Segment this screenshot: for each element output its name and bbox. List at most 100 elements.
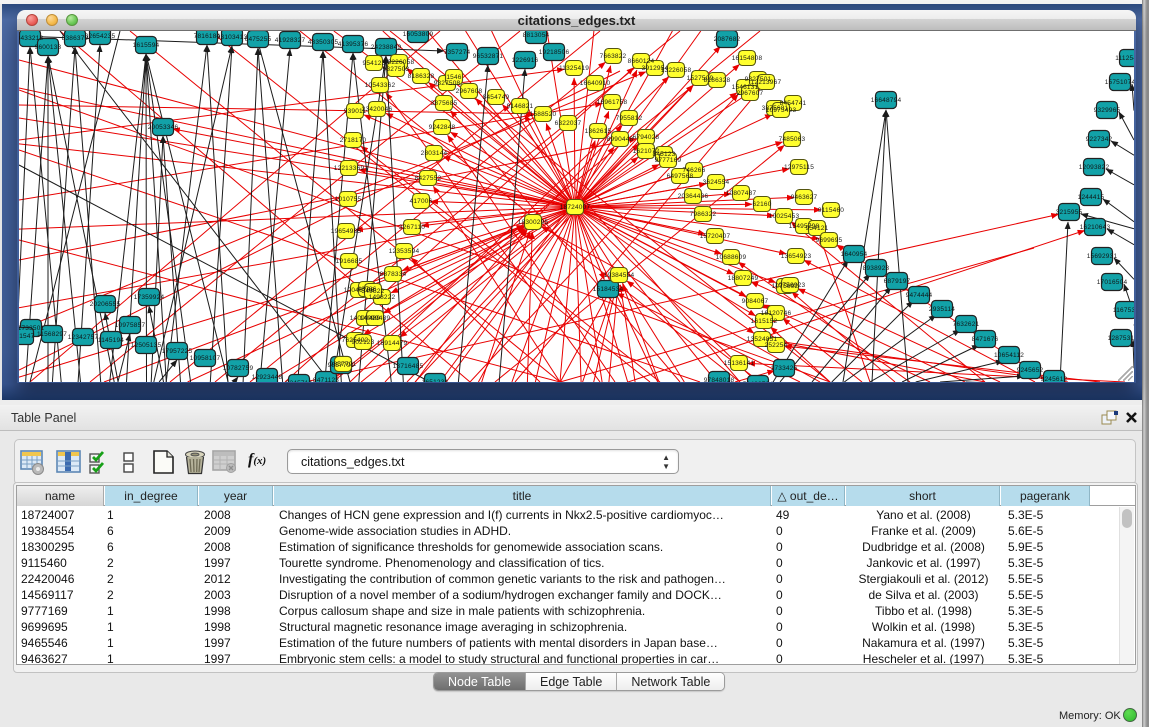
svg-text:10543362: 10543362 <box>365 82 396 89</box>
svg-text:9242848: 9242848 <box>429 124 456 131</box>
svg-text:20053346: 20053346 <box>148 124 179 131</box>
svg-text:16053809: 16053809 <box>403 31 434 38</box>
svg-text:18724007: 18724007 <box>560 204 591 211</box>
svg-text:02654235: 02654235 <box>85 33 116 40</box>
svg-text:1498222: 1498222 <box>369 294 396 301</box>
svg-text:16961758: 16961758 <box>597 99 628 106</box>
svg-text:7357274: 7357274 <box>444 49 471 56</box>
svg-text:1226916: 1226916 <box>512 57 539 64</box>
svg-text:18300295: 18300295 <box>518 219 549 226</box>
svg-text:7485063: 7485063 <box>779 136 806 143</box>
svg-text:9245652: 9245652 <box>1017 367 1044 374</box>
svg-text:9115460: 9115460 <box>818 207 844 214</box>
svg-text:3267110: 3267110 <box>399 224 425 231</box>
svg-text:16648794: 16648794 <box>871 97 902 104</box>
svg-text:1362615: 1362615 <box>585 128 612 135</box>
svg-text:10973493: 10973493 <box>766 107 797 114</box>
svg-text:6322037: 6322037 <box>555 120 582 127</box>
svg-text:9600133: 9600133 <box>35 44 62 51</box>
svg-text:12342757: 12342757 <box>68 334 99 341</box>
svg-text:1167531: 1167531 <box>1113 307 1134 314</box>
svg-text:8427552: 8427552 <box>415 175 442 182</box>
svg-text:41395376: 41395376 <box>338 41 369 48</box>
svg-text:2967607: 2967607 <box>737 90 764 97</box>
svg-text:7632621: 7632621 <box>953 321 980 328</box>
svg-text:2718170: 2718170 <box>340 137 367 144</box>
svg-text:18807249: 18807249 <box>728 275 759 282</box>
svg-text:15720407: 15720407 <box>700 233 731 240</box>
svg-text:13716485: 13716485 <box>393 363 424 370</box>
svg-text:1244415: 1244415 <box>1078 194 1105 201</box>
svg-text:19218506: 19218506 <box>539 49 570 56</box>
svg-text:1651234: 1651234 <box>422 379 449 382</box>
svg-text:8813054: 8813054 <box>523 32 550 39</box>
svg-text:2087682: 2087682 <box>714 36 741 43</box>
svg-text:15751074: 15751074 <box>1105 79 1134 86</box>
svg-text:1010755: 1010755 <box>335 196 362 203</box>
svg-text:3624554: 3624554 <box>703 179 730 186</box>
svg-text:1733426: 1733426 <box>771 365 798 372</box>
svg-text:1546: 1546 <box>446 74 461 81</box>
svg-text:8878334: 8878334 <box>380 271 407 278</box>
svg-text:19756923: 19756923 <box>775 282 806 289</box>
svg-text:12213369: 12213369 <box>334 165 365 172</box>
svg-text:6879197: 6879197 <box>884 278 911 285</box>
svg-text:12923448: 12923448 <box>252 374 283 381</box>
svg-text:9463627: 9463627 <box>791 194 818 201</box>
svg-text:9699695: 9699695 <box>816 237 843 244</box>
svg-text:8660124: 8660124 <box>628 58 655 65</box>
svg-text:24238849: 24238849 <box>371 44 402 51</box>
svg-text:0433218: 0433218 <box>19 35 44 42</box>
svg-text:10782759: 10782759 <box>223 365 254 372</box>
svg-text:10654112: 10654112 <box>994 352 1024 359</box>
svg-text:391547: 391547 <box>19 333 35 340</box>
svg-text:939011: 939011 <box>344 108 367 115</box>
svg-text:9245612: 9245612 <box>1041 376 1068 382</box>
svg-text:8938923: 8938923 <box>863 265 890 272</box>
svg-text:16154808: 16154808 <box>732 55 763 62</box>
svg-text:9474444: 9474444 <box>906 292 933 299</box>
svg-text:3875685: 3875685 <box>431 100 458 107</box>
svg-text:8186328: 8186328 <box>704 77 731 84</box>
svg-text:902123: 902123 <box>352 339 375 346</box>
svg-text:20206555: 20206555 <box>90 301 121 308</box>
svg-text:954121: 954121 <box>806 225 829 232</box>
svg-text:7955812: 7955812 <box>616 115 643 122</box>
svg-text:9227342: 9227342 <box>1086 136 1113 143</box>
svg-text:15184534: 15184534 <box>593 286 624 293</box>
svg-text:14099489: 14099489 <box>360 315 391 322</box>
svg-text:12975115: 12975115 <box>784 164 814 171</box>
svg-text:6497568: 6497568 <box>667 173 694 180</box>
svg-text:1640954: 1640954 <box>841 251 868 258</box>
svg-text:15136141: 15136141 <box>724 360 755 367</box>
svg-text:2803144: 2803144 <box>421 150 448 157</box>
svg-text:12213967: 12213967 <box>751 79 782 86</box>
svg-text:252254: 252254 <box>765 342 788 349</box>
svg-text:6475255: 6475255 <box>245 36 272 43</box>
svg-text:13226058: 13226058 <box>661 67 692 74</box>
svg-text:9327503: 9327503 <box>383 66 410 73</box>
svg-text:15692931: 15692931 <box>1087 253 1118 260</box>
svg-text:7663822: 7663822 <box>600 53 627 60</box>
svg-text:8471123: 8471123 <box>313 377 339 382</box>
svg-text:9245714: 9245714 <box>286 380 313 382</box>
svg-text:97848018: 97848018 <box>704 377 735 382</box>
svg-text:17957225: 17957225 <box>162 348 193 355</box>
svg-text:62160: 62160 <box>752 201 771 208</box>
svg-text:16640910: 16640910 <box>580 80 611 87</box>
svg-text:10958107: 10958107 <box>190 355 221 362</box>
svg-text:2935114: 2935114 <box>929 306 955 313</box>
svg-text:23420046: 23420046 <box>362 106 393 113</box>
svg-text:41928327: 41928327 <box>275 37 306 44</box>
svg-text:1145194: 1145194 <box>98 337 124 344</box>
svg-text:12353594: 12353594 <box>389 248 420 255</box>
svg-text:9777169: 9777169 <box>655 157 682 164</box>
svg-text:11568297: 11568297 <box>37 331 67 338</box>
svg-text:96532871: 96532871 <box>473 53 504 60</box>
svg-text:51462704: 51462704 <box>743 381 774 382</box>
svg-text:1615594: 1615594 <box>133 42 160 49</box>
svg-text:16914479: 16914479 <box>377 340 408 347</box>
svg-text:13654923: 13654923 <box>781 253 812 260</box>
svg-text:349822: 349822 <box>362 288 385 295</box>
svg-text:10975857: 10975857 <box>115 322 146 329</box>
